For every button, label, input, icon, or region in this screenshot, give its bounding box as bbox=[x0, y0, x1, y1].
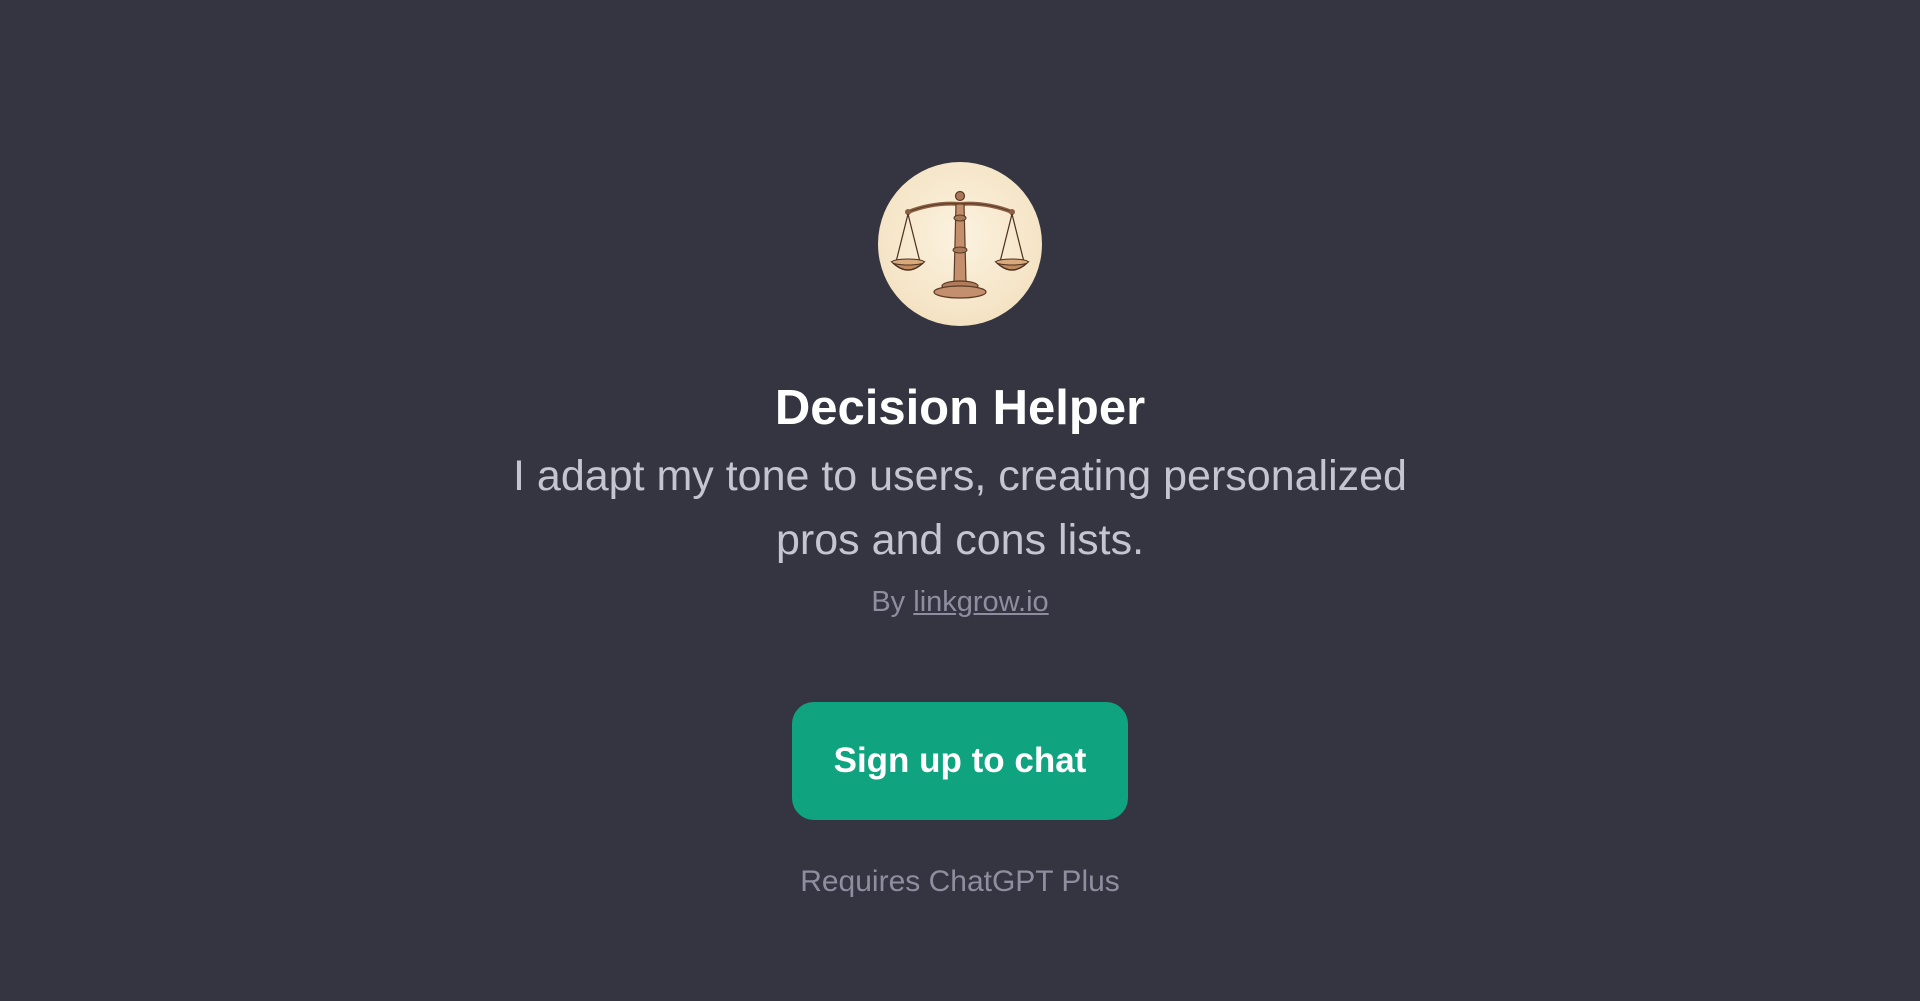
plus-requirement-note: Requires ChatGPT Plus bbox=[800, 865, 1120, 898]
gpt-title: Decision Helper bbox=[774, 381, 1146, 435]
gpt-profile: Decision Helper I adapt my tone to users… bbox=[0, 0, 1920, 902]
gpt-byline: By linkgrow.io bbox=[871, 582, 1048, 622]
gpt-avatar bbox=[878, 162, 1042, 326]
gpt-description: I adapt my tone to users, creating perso… bbox=[513, 452, 1407, 564]
byline-prefix: By bbox=[871, 586, 906, 618]
author-link[interactable]: linkgrow.io bbox=[913, 586, 1048, 618]
balance-scale-icon bbox=[890, 190, 1030, 299]
sign-up-button[interactable]: Sign up to chat bbox=[792, 702, 1128, 820]
gpt-landing-page: Decision Helper I adapt my tone to users… bbox=[0, 0, 1920, 1001]
